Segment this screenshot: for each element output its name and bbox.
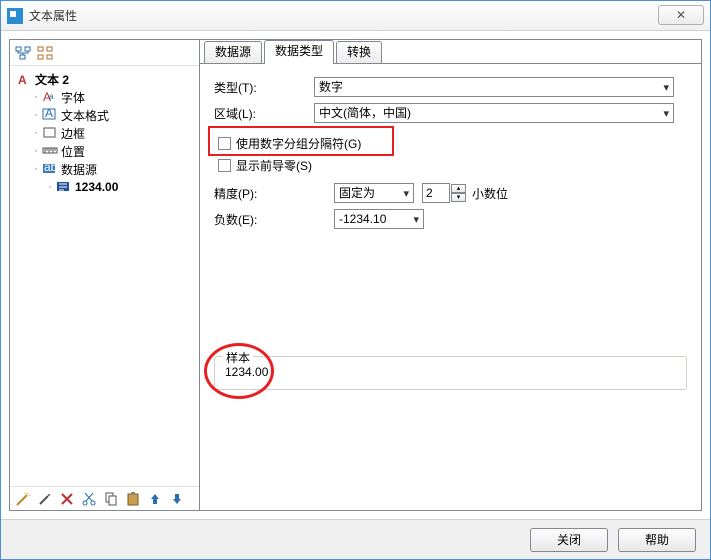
app-icon — [7, 8, 23, 24]
sample-value: 1234.00 — [225, 365, 676, 379]
precision-spinner[interactable]: ▴ ▾ — [422, 183, 466, 203]
left-panel: A 文本 2 · Aᵃ 字体 · A 文本格式 · 边框 — [10, 40, 200, 510]
left-bottom-toolbar — [10, 486, 199, 510]
title-bar: 文本属性 ✕ — [1, 1, 710, 31]
leadingzero-label: 显示前导零(S) — [236, 157, 312, 174]
paste-icon[interactable] — [124, 490, 142, 508]
svg-text:ab: ab — [44, 161, 58, 174]
spin-up-icon[interactable]: ▴ — [451, 184, 466, 193]
border-icon — [42, 125, 58, 141]
svg-text:A: A — [45, 107, 53, 120]
font-icon: Aᵃ — [42, 89, 58, 105]
precision-label: 精度(P): — [214, 185, 314, 202]
region-label: 区域(L): — [214, 105, 314, 122]
content-area: A 文本 2 · Aᵃ 字体 · A 文本格式 · 边框 — [1, 31, 710, 519]
help-button[interactable]: 帮助 — [618, 528, 696, 552]
ruler-icon — [42, 143, 58, 159]
grouping-checkbox[interactable] — [218, 137, 231, 150]
tab-datasource[interactable]: 数据源 — [204, 41, 262, 63]
tree-dash-icon: · — [30, 145, 42, 157]
tab-bar: 数据源 数据类型 转换 — [200, 40, 701, 64]
svg-text:ᵃ: ᵃ — [49, 91, 54, 105]
sample-legend: 样本 — [223, 349, 253, 366]
tree-root-text[interactable]: A 文本 2 — [16, 70, 193, 88]
delete-icon[interactable] — [58, 490, 76, 508]
wand-icon[interactable] — [14, 490, 32, 508]
tree-label: 边框 — [61, 125, 85, 142]
tree-item-textformat[interactable]: · A 文本格式 — [16, 106, 193, 124]
tree-leaf-icon: · — [44, 181, 56, 193]
tab-transform[interactable]: 转换 — [336, 41, 382, 63]
negative-select[interactable]: -1234.10 — [334, 209, 424, 229]
tree-label: 1234.00 — [75, 180, 118, 194]
data-value-icon — [56, 179, 72, 195]
datasource-icon: ab — [42, 161, 58, 177]
toolbar-grid-icon[interactable] — [36, 44, 54, 62]
tree-dash-icon: · — [30, 109, 42, 121]
region-select[interactable]: 中文(简体，中国) — [314, 103, 674, 123]
svg-text:A: A — [18, 73, 27, 87]
close-button[interactable]: 关闭 — [530, 528, 608, 552]
tree-expand-icon: · — [30, 163, 42, 175]
leadingzero-checkbox[interactable] — [218, 159, 231, 172]
down-icon[interactable] — [168, 490, 186, 508]
copy-icon[interactable] — [102, 490, 120, 508]
grouping-label: 使用数字分组分隔符(G) — [236, 135, 361, 152]
type-select[interactable]: 数字 — [314, 77, 674, 97]
toolbar-tree-icon[interactable] — [14, 44, 32, 62]
tree-label: 位置 — [61, 143, 85, 160]
tree-label: 数据源 — [61, 161, 97, 178]
tab-datatype[interactable]: 数据类型 — [264, 40, 334, 63]
tree-dash-icon: · — [30, 91, 42, 103]
precision-mode-select[interactable]: 固定为 — [334, 183, 414, 203]
wand2-icon[interactable] — [36, 490, 54, 508]
negative-label: 负数(E): — [214, 211, 314, 228]
close-icon: ✕ — [676, 8, 686, 22]
tree-item-border[interactable]: · 边框 — [16, 124, 193, 142]
window-title: 文本属性 — [29, 7, 77, 24]
tree-item-font[interactable]: · Aᵃ 字体 — [16, 88, 193, 106]
text-a-icon: A — [16, 71, 32, 87]
window-close-button[interactable]: ✕ — [658, 5, 704, 25]
precision-suffix: 小数位 — [472, 185, 508, 202]
tree-label: 字体 — [61, 89, 85, 106]
cut-icon[interactable] — [80, 490, 98, 508]
left-toolbar — [10, 40, 199, 66]
right-panel: 数据源 数据类型 转换 类型(T): 数字 区域(L): 中文(简体，中国) — [200, 40, 701, 510]
textformat-icon: A — [42, 107, 58, 123]
dialog-footer: 关闭 帮助 — [1, 519, 710, 559]
tree-dash-icon: · — [30, 127, 42, 139]
object-tree[interactable]: A 文本 2 · Aᵃ 字体 · A 文本格式 · 边框 — [10, 66, 199, 486]
tree-label: 文本格式 — [61, 107, 109, 124]
tree-root-label: 文本 2 — [35, 71, 69, 88]
sample-group: 样本 1234.00 — [214, 356, 687, 390]
tree-item-datasource-value[interactable]: · 1234.00 — [16, 178, 193, 196]
spin-down-icon[interactable]: ▾ — [451, 193, 466, 202]
form-area: 类型(T): 数字 区域(L): 中文(简体，中国) 使用数字分组分隔符(G) … — [200, 64, 701, 510]
tree-item-position[interactable]: · 位置 — [16, 142, 193, 160]
up-icon[interactable] — [146, 490, 164, 508]
tree-item-datasource[interactable]: · ab 数据源 — [16, 160, 193, 178]
type-label: 类型(T): — [214, 79, 314, 96]
precision-input[interactable] — [422, 183, 450, 203]
